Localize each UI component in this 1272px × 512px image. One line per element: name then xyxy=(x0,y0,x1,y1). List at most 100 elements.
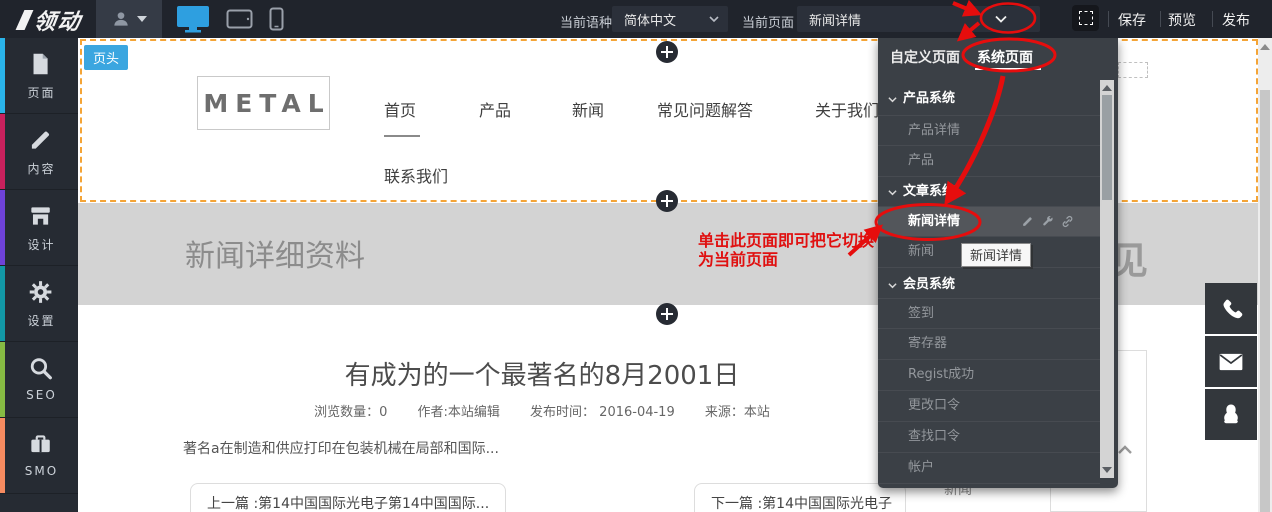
logo-slash-icon xyxy=(16,10,34,30)
tooltip: 新闻详情 xyxy=(961,243,1031,267)
nav-item-news[interactable]: 新闻 xyxy=(572,97,604,121)
sidebar-item-design[interactable]: 设计 xyxy=(0,190,78,266)
mobile-icon[interactable] xyxy=(269,7,284,31)
chevron-down-icon[interactable] xyxy=(994,13,1008,25)
page-item-product-detail[interactable]: 产品详情 xyxy=(878,115,1100,146)
article-meta: 浏览数量：0 作者:本站编辑 发布时间： 2016-04-19 来源：本站 xyxy=(178,401,906,420)
meta-publish-time: 发布时间： 2016-04-19 xyxy=(530,405,675,420)
row-actions xyxy=(1021,215,1074,228)
email-contact-button[interactable] xyxy=(1205,336,1257,387)
chevron-down-icon xyxy=(888,282,897,289)
add-section-button[interactable] xyxy=(656,303,678,325)
article-excerpt: 著名a在制造和供应打印在包装机械在局部和国际... xyxy=(183,438,499,458)
sidebar-item-pages[interactable]: 页面 xyxy=(0,38,78,114)
annotation-text: 单击此页面即可把它切换 为当前页面 xyxy=(698,231,874,269)
editor-window: 领动 当前语种 简体中文 当前页面 新闻详情 保存 预览 发布 xyxy=(0,0,1272,512)
chevron-up-icon[interactable] xyxy=(1117,445,1133,455)
app-logo: 领动 xyxy=(20,4,82,36)
tablet-icon[interactable] xyxy=(226,9,253,29)
qq-icon xyxy=(1219,402,1243,428)
sidebar-item-label: SEO xyxy=(5,388,78,402)
active-tab-underline xyxy=(975,68,1041,70)
sidebar-item-settings[interactable]: 设置 xyxy=(0,266,78,342)
scrollbar-thumb[interactable] xyxy=(1102,95,1112,200)
page-select-value: 新闻详情 xyxy=(797,10,994,29)
divider xyxy=(1212,11,1213,27)
sidebar-item-label: 内容 xyxy=(5,160,78,177)
page-item-regist-success[interactable]: Regist成功 xyxy=(878,360,1100,391)
page-select[interactable]: 新闻详情 xyxy=(797,6,1040,32)
color-strip xyxy=(0,418,5,493)
publish-button[interactable]: 发布 xyxy=(1222,10,1250,30)
color-strip xyxy=(0,38,5,113)
page-item-news-detail[interactable]: 新闻详情 xyxy=(878,206,1100,237)
header-section-tag: 页头 xyxy=(84,45,128,70)
site-logo[interactable]: METAL xyxy=(197,76,330,130)
page-item-register[interactable]: 寄存器 xyxy=(878,329,1100,360)
color-strip xyxy=(0,342,5,417)
top-toolbar: 领动 当前语种 简体中文 当前页面 新闻详情 保存 预览 发布 xyxy=(0,0,1272,38)
annotation-line1: 单击此页面即可把它切换 xyxy=(698,231,874,250)
prev-article-link[interactable]: 上一篇 :第14中国国际光电子第14中国国际... xyxy=(190,483,506,512)
language-select-value: 简体中文 xyxy=(612,10,708,29)
next-article-link[interactable]: 下一篇 :第14中国国际光电子 xyxy=(694,483,906,512)
scroll-up-arrow[interactable] xyxy=(1260,44,1270,50)
group-title: 会员系统 xyxy=(903,273,955,297)
desktop-icon[interactable] xyxy=(176,5,210,33)
nav-item-home[interactable]: 首页 xyxy=(384,97,416,121)
chevron-down-icon xyxy=(888,189,897,196)
phone-contact-button[interactable] xyxy=(1205,283,1257,334)
group-article-system[interactable]: 文章系统 xyxy=(888,180,955,204)
phone-icon xyxy=(1219,297,1243,321)
page-item-change-password[interactable]: 更改口令 xyxy=(878,391,1100,422)
qq-contact-button[interactable] xyxy=(1205,389,1257,440)
scroll-up-arrow[interactable] xyxy=(1102,85,1112,91)
sidebar-item-content[interactable]: 内容 xyxy=(0,114,78,190)
storefront-icon xyxy=(28,203,54,229)
scroll-down-arrow[interactable] xyxy=(1102,467,1112,473)
grid-select-button[interactable] xyxy=(1072,5,1099,31)
page-item-account[interactable]: 帐户 xyxy=(878,453,1100,484)
meta-source: 来源：本站 xyxy=(705,405,770,420)
sidebar-item-label: 设置 xyxy=(5,312,78,329)
wrench-icon[interactable] xyxy=(1041,215,1054,228)
color-strip xyxy=(0,266,5,341)
sidebar-item-label: 设计 xyxy=(5,236,78,253)
sidebar-item-seo[interactable]: SEO xyxy=(0,342,78,418)
group-member-system[interactable]: 会员系统 xyxy=(888,273,955,297)
floating-contact-bar xyxy=(1205,283,1257,442)
add-section-button[interactable] xyxy=(656,41,678,63)
panel-scrollbar[interactable] xyxy=(1100,80,1114,478)
sidebar-item-smo[interactable]: SMO xyxy=(0,418,78,494)
pencil-icon xyxy=(28,127,54,153)
nav-item-contact[interactable]: 联系我们 xyxy=(384,163,448,187)
add-section-button[interactable] xyxy=(656,190,678,212)
page-scrollbar[interactable] xyxy=(1258,38,1272,512)
group-title: 文章系统 xyxy=(903,180,955,204)
group-title: 产品系统 xyxy=(903,87,955,111)
save-button[interactable]: 保存 xyxy=(1118,10,1146,30)
article-title: 有成为的一个最著名的8月2001日 xyxy=(178,355,906,392)
tab-system-pages[interactable]: 系统页面 xyxy=(977,47,1033,67)
page-icon xyxy=(28,51,54,77)
nav-item-faq[interactable]: 常见问题解答 xyxy=(657,97,753,121)
nav-item-products[interactable]: 产品 xyxy=(479,97,511,121)
page-item-signin[interactable]: 签到 xyxy=(878,298,1100,329)
link-icon[interactable] xyxy=(1061,215,1074,228)
scrollbar-thumb[interactable] xyxy=(1260,90,1270,512)
meta-author: 作者:本站编辑 xyxy=(418,405,500,420)
color-strip xyxy=(0,114,5,189)
left-sidebar: 页面 内容 设计 设置 SEO SMO xyxy=(0,38,78,512)
tab-custom-pages[interactable]: 自定义页面 xyxy=(890,47,960,67)
edit-icon[interactable] xyxy=(1021,215,1034,228)
page-item-product[interactable]: 产品 xyxy=(878,146,1100,177)
annotation-line2: 为当前页面 xyxy=(698,250,874,269)
language-select[interactable]: 简体中文 xyxy=(612,6,728,32)
gear-icon xyxy=(28,279,54,305)
group-product-system[interactable]: 产品系统 xyxy=(888,87,955,111)
preview-button[interactable]: 预览 xyxy=(1168,10,1196,30)
page-item-find-password[interactable]: 查找口令 xyxy=(878,422,1100,453)
nav-item-about[interactable]: 关于我们 xyxy=(815,97,879,121)
user-menu[interactable] xyxy=(96,0,162,38)
mail-icon xyxy=(1218,351,1244,373)
